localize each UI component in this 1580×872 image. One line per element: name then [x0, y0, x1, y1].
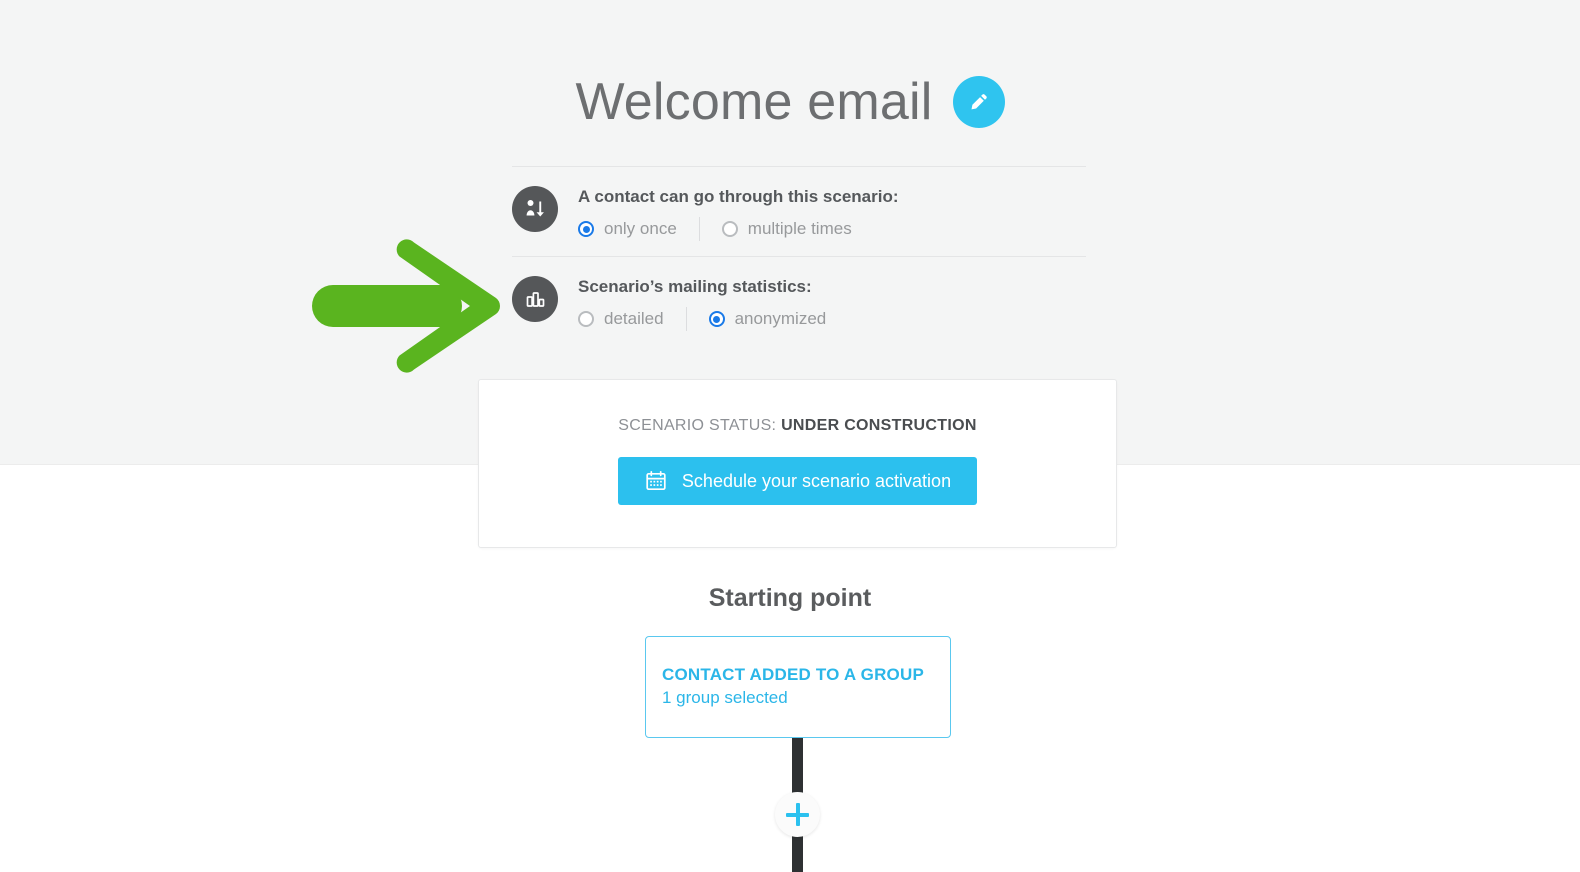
bar-chart-icon — [512, 276, 558, 322]
radio-label: only once — [604, 219, 677, 238]
scenario-status-card: SCENARIO STATUS: UNDER CONSTRUCTION Sche… — [478, 379, 1117, 548]
add-step-button[interactable] — [775, 792, 820, 837]
scenario-status-text: SCENARIO STATUS: UNDER CONSTRUCTION — [618, 417, 976, 435]
scenario-settings: A contact can go through this scenario: … — [512, 166, 1086, 346]
setting-label: A contact can go through this scenario: — [578, 187, 899, 206]
radio-group-contact-frequency: only once multiple times — [578, 217, 899, 241]
start-node-contact-added-to-group[interactable]: CONTACT ADDED TO A GROUP 1 group selecte… — [645, 636, 951, 738]
page-header: Welcome email — [0, 60, 1580, 144]
radio-indicator[interactable] — [708, 311, 725, 327]
scenario-editor-page: Welcome email A contact can go through t… — [0, 0, 1580, 872]
status-prefix-label: SCENARIO STATUS: — [618, 417, 777, 434]
radio-option-multiple-times[interactable]: multiple times — [721, 218, 852, 240]
schedule-activation-button[interactable]: Schedule your scenario activation — [617, 457, 978, 505]
calendar-icon — [644, 469, 668, 493]
radio-indicator[interactable] — [578, 311, 594, 327]
setting-row-mailing-statistics: Scenario’s mailing statistics: detailed … — [512, 257, 1086, 346]
radio-indicator[interactable] — [721, 221, 738, 237]
starting-point-heading: Starting point — [708, 584, 872, 612]
radio-option-only-once[interactable]: only once — [578, 218, 677, 240]
option-separator — [685, 307, 687, 331]
edit-title-button[interactable] — [952, 76, 1005, 128]
status-badge: UNDER CONSTRUCTION — [781, 417, 977, 434]
schedule-activation-label: Schedule your scenario activation — [681, 470, 952, 491]
start-node-subtitle: 1 group selected — [662, 688, 788, 707]
pencil-icon — [966, 89, 992, 115]
setting-row-contact-frequency: A contact can go through this scenario: … — [512, 167, 1086, 256]
setting-body: A contact can go through this scenario: … — [578, 185, 899, 241]
radio-label: detailed — [604, 309, 664, 328]
page-title: Welcome email — [575, 73, 933, 131]
radio-label: multiple times — [747, 219, 852, 238]
setting-body: Scenario’s mailing statistics: detailed … — [578, 275, 827, 331]
radio-option-anonymized[interactable]: anonymized — [708, 308, 827, 330]
radio-indicator[interactable] — [578, 221, 594, 237]
radio-group-mailing-statistics: detailed anonymized — [578, 307, 827, 331]
option-separator — [698, 217, 700, 241]
radio-label: anonymized — [734, 309, 827, 328]
radio-option-detailed[interactable]: detailed — [578, 308, 664, 330]
start-node-title: CONTACT ADDED TO A GROUP — [662, 665, 924, 684]
contact-flow-icon — [512, 186, 558, 232]
setting-label: Scenario’s mailing statistics: — [578, 277, 812, 296]
